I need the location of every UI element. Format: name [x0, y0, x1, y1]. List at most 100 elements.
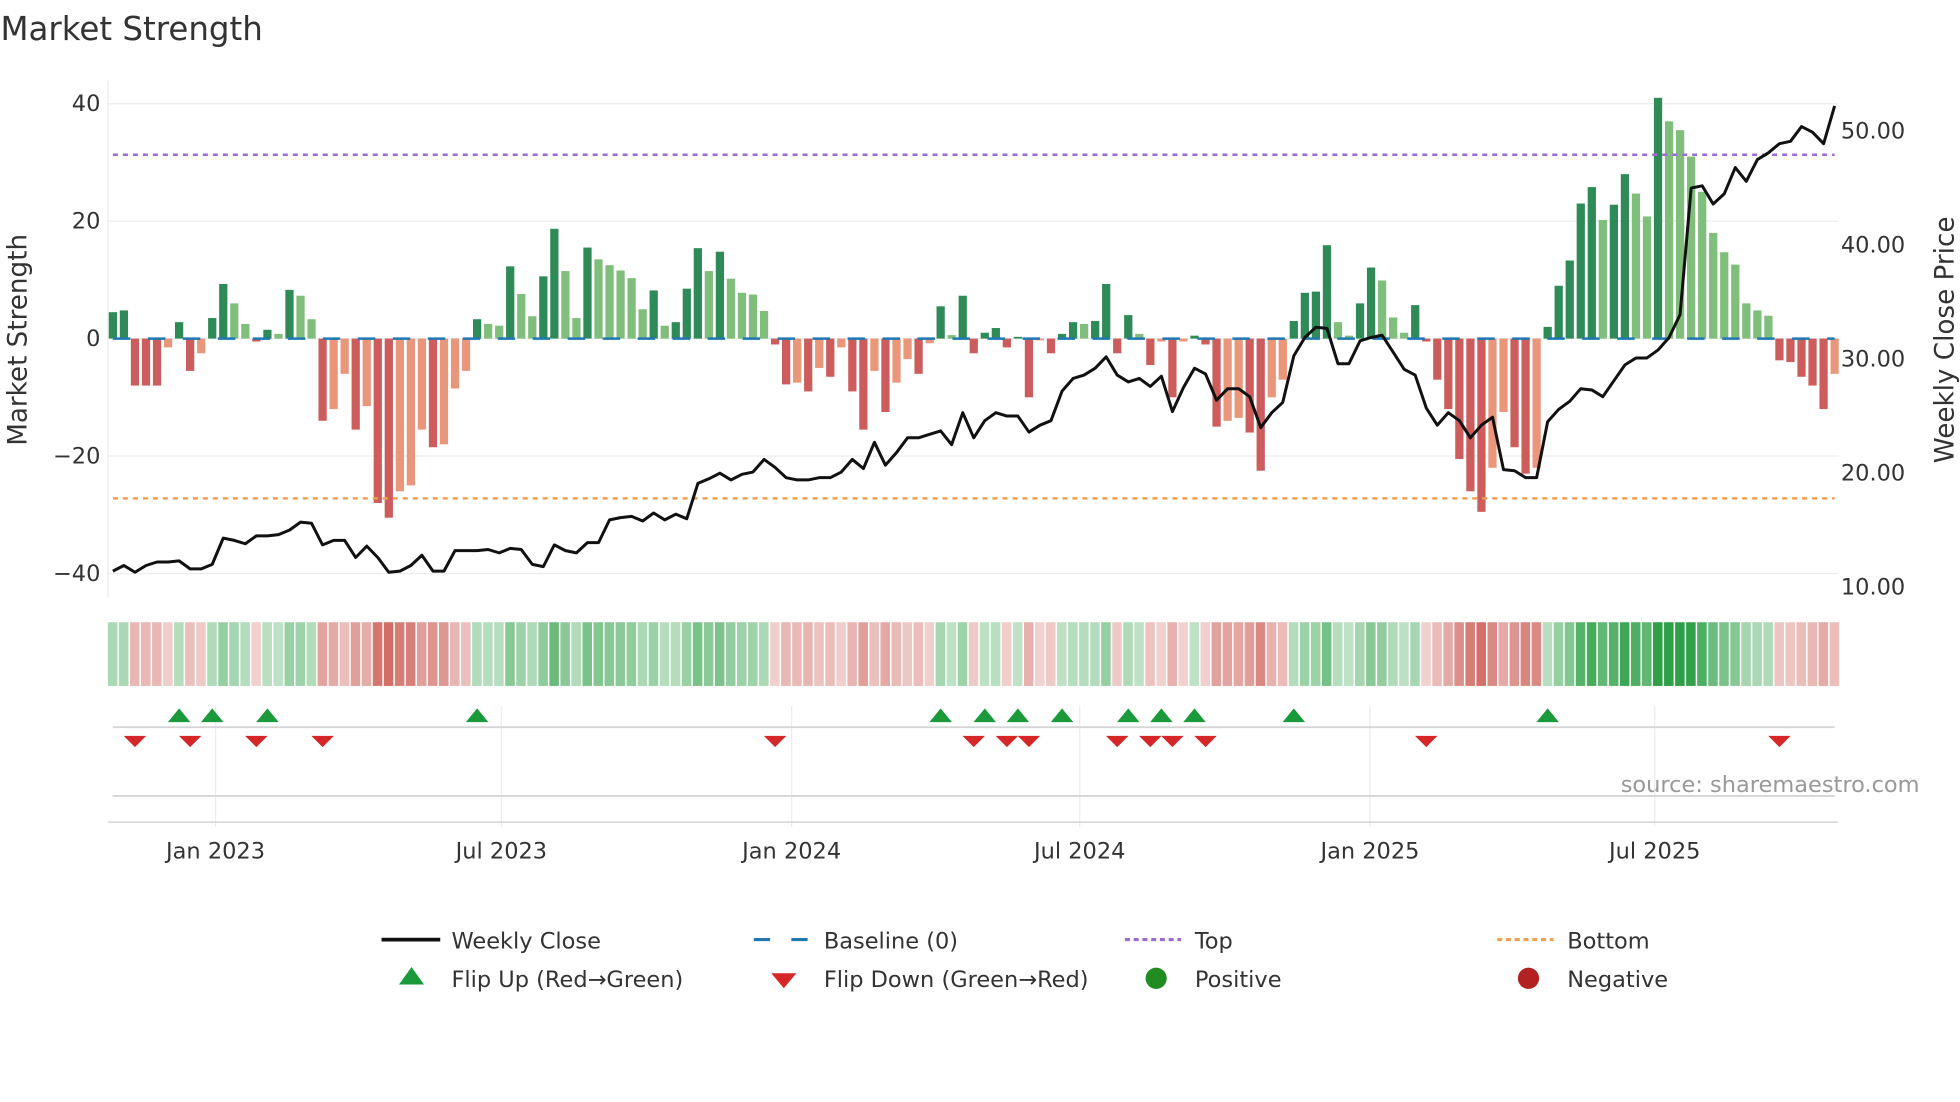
heat-cell [383, 622, 394, 686]
strength-bar [804, 338, 813, 392]
heat-cell [946, 622, 957, 686]
heat-cell [273, 622, 283, 686]
strength-bar [1653, 97, 1663, 339]
heat-cell [262, 622, 272, 686]
strength-bar [1223, 338, 1232, 421]
heat-cell [1410, 622, 1420, 686]
strength-bar [1731, 264, 1740, 339]
heat-cell [880, 622, 890, 686]
y-tick-label: −20 [53, 444, 100, 470]
chart-title: Market Strength [0, 10, 262, 48]
strength-bar [616, 270, 625, 339]
strength-bar [583, 247, 592, 339]
heat-cell [1509, 622, 1520, 686]
strength-bar [594, 259, 603, 339]
heat-cell [979, 622, 990, 686]
strength-bar [561, 271, 570, 339]
strength-bar [351, 338, 360, 430]
heat-cell [196, 622, 206, 686]
heat-cell [725, 622, 736, 686]
strength-bar [241, 323, 250, 339]
strength-bar [1499, 338, 1508, 413]
heat-cell [1068, 622, 1078, 686]
heat-cell [1057, 622, 1067, 686]
strength-bar [991, 328, 1000, 339]
heat-cell [1465, 622, 1475, 686]
heat-cell [461, 622, 471, 686]
legend-label: Bottom [1567, 928, 1649, 954]
legend-label: Positive [1195, 967, 1282, 993]
strength-bar [108, 312, 118, 339]
heat-cell [1321, 622, 1332, 686]
heat-cell [1134, 622, 1144, 686]
strength-bar [1267, 338, 1276, 398]
strength-bar [174, 322, 184, 339]
strength-bar [726, 278, 736, 339]
heat-cell [626, 622, 637, 686]
heat-cell [1686, 622, 1696, 686]
heat-cell [1476, 622, 1486, 686]
strength-bar [550, 228, 559, 339]
heat-cell [152, 622, 162, 686]
heat-cell [1178, 622, 1188, 686]
heat-cell [1046, 622, 1056, 686]
heat-cell [1807, 622, 1818, 686]
strength-bar [1389, 317, 1398, 339]
heat-cell [1697, 622, 1707, 686]
strength-bar [914, 338, 923, 374]
flip-down-marker [311, 735, 334, 748]
x-tick-label: Jan 2024 [740, 838, 841, 864]
strength-bar [837, 338, 846, 348]
strength-bar [1466, 338, 1475, 492]
strength-bar [439, 338, 449, 445]
flip-down-marker [245, 735, 268, 748]
strength-bar [815, 338, 824, 368]
heat-cell [681, 622, 692, 686]
strength-bar [1366, 267, 1376, 339]
strength-bar [472, 319, 482, 339]
strength-bar [506, 266, 515, 339]
triangle-up-icon [399, 967, 425, 985]
heat-cell [350, 622, 361, 686]
heat-cell [1630, 622, 1641, 686]
heat-cell [1123, 622, 1133, 686]
flip-down-marker [995, 735, 1019, 748]
heat-cell [1399, 622, 1409, 686]
strength-bar [936, 306, 945, 339]
strength-bar [759, 310, 769, 339]
heat-cell [1542, 622, 1553, 686]
strength-bar [793, 338, 802, 383]
strength-bar [1124, 315, 1133, 339]
heat-cell [1641, 622, 1652, 686]
heat-cell [394, 622, 405, 686]
strength-bar [1079, 323, 1089, 339]
heat-cell [505, 622, 515, 686]
heat-cell [1553, 622, 1564, 686]
source-label: source: sharemaestro.com [1621, 772, 1920, 798]
strength-bar [1720, 252, 1729, 339]
heat-cell [604, 622, 615, 686]
heat-cell [637, 622, 648, 686]
heat-cell [1310, 622, 1321, 686]
flip-down-marker [1768, 735, 1791, 748]
heat-cell [1785, 622, 1796, 686]
strength-bar [1046, 338, 1056, 354]
heat-cell [361, 622, 372, 686]
x-tick-label: Jul 2024 [1032, 838, 1125, 864]
heat-cell [1454, 622, 1464, 686]
market-strength-chart: Market Strength Market Strength Weekly C… [0, 10, 1960, 993]
flip-down-marker [763, 735, 787, 748]
strength-bar [1322, 245, 1332, 339]
strength-bar [484, 323, 493, 339]
heat-cell [1299, 622, 1310, 686]
heat-cell [990, 622, 1001, 686]
flip-up-marker [1006, 708, 1030, 723]
heat-cell [1101, 622, 1111, 686]
heat-cell [924, 622, 935, 686]
heat-cell [1344, 622, 1354, 686]
strength-bar [572, 318, 581, 339]
strength-bar [826, 338, 835, 377]
strength-bar [329, 338, 338, 410]
legend-label: Baseline (0) [824, 928, 958, 954]
heat-cell [284, 622, 295, 686]
